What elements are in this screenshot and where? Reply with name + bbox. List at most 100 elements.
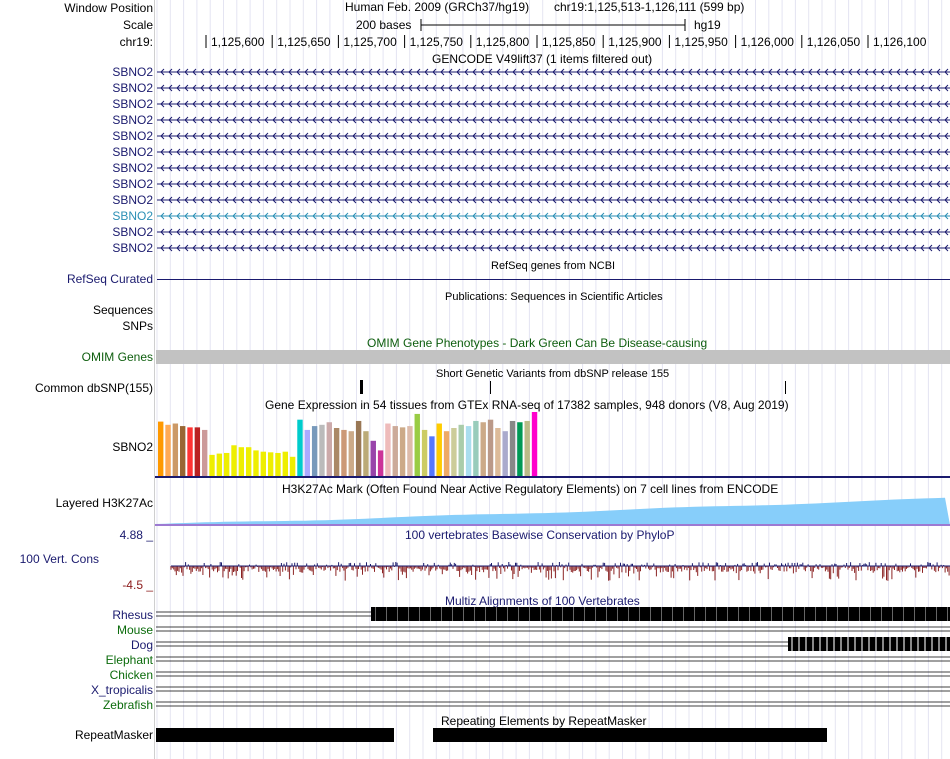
window-position-label: Window Position — [64, 1, 153, 15]
gtex-tissue-bar — [473, 420, 479, 476]
alignment-mismatch — [840, 637, 842, 651]
repeatmasker-label[interactable]: RepeatMasker — [75, 728, 153, 742]
common-dbsnp-label[interactable]: Common dbSNP(155) — [35, 381, 153, 395]
alignment-mismatch — [441, 607, 442, 621]
alignment-mismatch — [837, 607, 838, 621]
gencode-transcript-label[interactable]: SBNO2 — [112, 65, 153, 79]
dbsnp-variant-mark[interactable] — [360, 380, 363, 394]
gencode-transcript-label[interactable]: SBNO2 — [112, 193, 153, 207]
repeat-element[interactable] — [433, 728, 827, 742]
alignment-mismatch — [833, 637, 835, 651]
gencode-transcript — [157, 132, 950, 140]
phylop-max-label: 4.88 _ — [119, 528, 153, 542]
layered-h3k27ac-label[interactable]: Layered H3K27Ac — [56, 496, 153, 510]
multiz-alignments[interactable] — [155, 606, 950, 716]
gtex-tissue-bar — [399, 427, 406, 476]
alignment-mismatch — [936, 607, 937, 621]
alignment-mismatch — [896, 637, 898, 651]
species-label[interactable]: Rhesus — [112, 608, 153, 622]
alignment-mismatch — [408, 607, 409, 621]
species-label[interactable]: Chicken — [110, 668, 153, 682]
phylop-track-label[interactable]: 100 Vert. Cons — [20, 552, 99, 566]
snps-label[interactable]: SNPs — [122, 319, 153, 333]
alignment-mismatch — [529, 607, 530, 621]
gtex-tissue-bar — [194, 427, 201, 476]
species-label[interactable]: Zebrafish — [103, 698, 153, 712]
gtex-tissue-bar — [524, 420, 530, 476]
dbsnp-variant-mark[interactable] — [785, 381, 786, 394]
species-label[interactable]: Mouse — [117, 623, 153, 637]
alignment-mismatch — [518, 607, 519, 621]
gencode-transcript-label[interactable]: SBNO2 — [112, 161, 153, 175]
track-data-pane: Human Feb. 2009 (GRCh37/hg19) chr19:1,12… — [155, 0, 950, 759]
repeat-element[interactable] — [156, 728, 394, 742]
alignment-mismatch — [925, 607, 926, 621]
ruler-tick-label: 1,126,000 — [741, 35, 795, 49]
alignment-mismatch — [452, 607, 453, 621]
gencode-transcript-label[interactable]: SBNO2 — [112, 225, 153, 239]
sequences-label[interactable]: Sequences — [93, 303, 153, 317]
dbsnp-track-title: Short Genetic Variants from dbSNP releas… — [436, 368, 670, 380]
species-label[interactable]: Elephant — [106, 653, 153, 667]
gtex-tissue-bar — [487, 419, 494, 476]
gencode-transcript-label[interactable]: SBNO2 — [112, 97, 153, 111]
gtex-tissue-bar — [480, 422, 486, 476]
assembly-db-label: hg19 — [694, 18, 721, 32]
alignment-mismatch — [859, 607, 860, 621]
gencode-transcript-label[interactable]: SBNO2 — [112, 145, 153, 159]
gencode-transcript — [157, 228, 950, 236]
alignment-mismatch — [540, 607, 541, 621]
gencode-transcript-label[interactable]: SBNO2 — [112, 81, 153, 95]
ruler-tick-label: 1,125,900 — [608, 35, 662, 49]
gencode-transcript — [157, 116, 950, 124]
alignment-mismatch — [782, 607, 783, 621]
alignment-mismatch — [892, 607, 893, 621]
dbsnp-variant-mark[interactable] — [490, 381, 491, 394]
alignment-mismatch — [924, 637, 926, 651]
gtex-tissue-bar — [451, 428, 457, 476]
refseq-curated-label[interactable]: RefSeq Curated — [67, 272, 153, 286]
gencode-transcript — [157, 196, 950, 204]
gencode-transcript-label[interactable]: SBNO2 — [112, 113, 153, 127]
omim-genes-label[interactable]: OMIM Genes — [82, 350, 153, 364]
gtex-tissue-bar — [209, 454, 215, 476]
gtex-tissue-bar — [201, 429, 208, 476]
gtex-tissue-bar — [429, 436, 435, 476]
alignment-mismatch — [889, 637, 891, 651]
gtex-tissue-bar — [260, 451, 267, 476]
alignment-mismatch — [910, 637, 912, 651]
gtex-tissue-bar — [172, 423, 179, 476]
alignment-mismatch — [683, 607, 684, 621]
gencode-transcript-label[interactable]: SBNO2 — [112, 241, 153, 255]
alignment-mismatch — [650, 607, 651, 621]
species-label[interactable]: X_tropicalis — [91, 683, 153, 697]
gtex-tissue-bar — [377, 450, 384, 476]
gtex-tissue-bar — [319, 424, 325, 476]
gencode-transcript-label[interactable]: SBNO2 — [112, 177, 153, 191]
gtex-tissue-bar — [363, 431, 369, 476]
gtex-gene-label[interactable]: SBNO2 — [112, 440, 153, 454]
species-label[interactable]: Dog — [131, 638, 153, 652]
alignment-mismatch — [463, 607, 464, 621]
gtex-tissue-bar — [216, 453, 223, 476]
gtex-expression-chart[interactable] — [155, 410, 950, 480]
alignment-mismatch — [749, 607, 750, 621]
omim-gene-bar[interactable] — [156, 350, 950, 364]
refseq-track-title: RefSeq genes from NCBI — [491, 260, 616, 272]
base-position-ruler: 1,125,600 1,125,650 1,125,700 1,125,750 1,12… — [205, 35, 927, 49]
gtex-tissue-bar — [158, 421, 164, 476]
gencode-transcript-label[interactable]: SBNO2 — [112, 129, 153, 143]
genome-browser-image: Window Position Scale chr19: SBNO2 SBNO2 S… — [0, 0, 950, 759]
alignment-mismatch — [595, 607, 596, 621]
alignment-mismatch — [375, 607, 376, 621]
h3k27ac-signal[interactable] — [155, 494, 950, 526]
alignment-mismatch — [485, 607, 486, 621]
alignment-mismatch — [903, 607, 904, 621]
gtex-tissue-bar — [326, 422, 332, 476]
refseq-gene-line[interactable] — [157, 279, 950, 280]
ruler-tick-label: 1,125,800 — [476, 35, 530, 49]
gencode-transcripts[interactable] — [155, 64, 950, 256]
phylop-conservation-plot[interactable] — [155, 542, 950, 592]
alignment-mismatch — [474, 607, 475, 621]
gencode-transcript-label[interactable]: SBNO2 — [112, 209, 153, 223]
